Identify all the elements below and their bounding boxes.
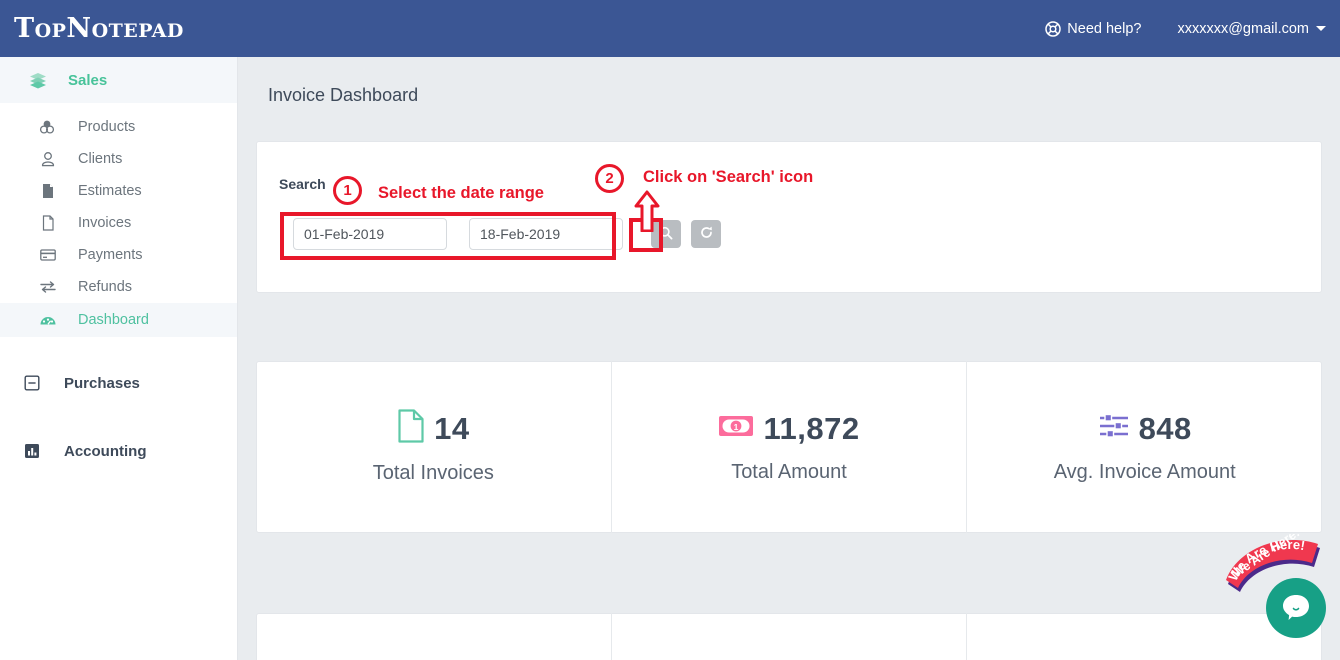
sidebar-group-accounting[interactable]: Accounting	[0, 429, 237, 473]
sidebar-item-invoices-label: Invoices	[78, 215, 131, 231]
sidebar-group-sales-label: Sales	[68, 72, 107, 89]
file-outline-icon	[397, 409, 425, 448]
user-account-menu[interactable]: xxxxxxx@gmail.com	[1177, 21, 1326, 37]
payments-stats-columns	[256, 613, 1322, 660]
stat-value-row: 1 11,872	[718, 411, 859, 447]
nav-spacer	[0, 405, 237, 429]
exchange-icon	[38, 278, 58, 296]
sidebar-item-estimates[interactable]: Estimates	[0, 175, 237, 207]
svg-text:1: 1	[734, 422, 739, 432]
sidebar-item-estimates-label: Estimates	[78, 183, 142, 199]
minus-square-icon	[22, 375, 42, 391]
annotation-step-1-text: Select the date range	[378, 184, 544, 203]
sidebar-item-clients[interactable]: Clients	[0, 143, 237, 175]
header-right-controls: Need help? xxxxxxx@gmail.com	[1045, 21, 1340, 37]
stat-avg-invoice-amount: 848 Avg. Invoice Amount	[966, 361, 1322, 533]
sidebar-item-refunds[interactable]: Refunds	[0, 271, 237, 303]
money-bill-icon: 1	[718, 413, 754, 444]
top-header-bar: TopNotepad Need help? xxxxxxx@gmail.com	[0, 0, 1340, 57]
need-help-link[interactable]: Need help?	[1045, 21, 1141, 37]
page-title: Invoice Dashboard	[268, 85, 418, 106]
stat-value-total-invoices: 14	[434, 411, 469, 447]
user-email-label: xxxxxxx@gmail.com	[1177, 21, 1309, 37]
credit-card-icon	[38, 246, 58, 264]
bar-chart-icon	[22, 443, 42, 459]
sidebar-item-refunds-label: Refunds	[78, 279, 132, 295]
app-logo[interactable]: TopNotepad	[14, 13, 184, 44]
nav-spacer	[0, 337, 237, 361]
sidebar-item-payments[interactable]: Payments	[0, 239, 237, 271]
refresh-button[interactable]	[691, 220, 721, 248]
sidebar-item-dashboard[interactable]: Dashboard	[0, 303, 237, 337]
annotation-arrow-up	[634, 190, 660, 237]
sidebar-item-clients-label: Clients	[78, 151, 122, 167]
file-icon	[38, 214, 58, 232]
annotation-step-2-text: Click on 'Search' icon	[643, 168, 813, 187]
layers-icon	[28, 70, 48, 90]
annotation-box-date-range	[280, 212, 616, 260]
cubes-icon	[38, 118, 58, 136]
main-content-area: Invoice Dashboard Search	[238, 57, 1340, 660]
annotation-step-1-badge: 1	[333, 176, 362, 205]
stat-total-invoices: 14 Total Invoices	[256, 361, 611, 533]
need-help-label: Need help?	[1067, 21, 1141, 37]
stat-value-row: 848	[1098, 411, 1192, 447]
stat-total-amount: 1 11,872 Total Amount	[611, 361, 967, 533]
nav-spacer	[0, 103, 237, 111]
sidebar-group-sales[interactable]: Sales	[0, 57, 237, 103]
sidebar-navigation: Sales Products Clients	[0, 57, 238, 660]
sidebar-item-payments-label: Payments	[78, 247, 142, 263]
annotation-step-2-number: 2	[595, 164, 624, 193]
caret-down-icon	[1316, 26, 1326, 31]
file-filled-icon	[38, 182, 58, 200]
payments-col-1	[256, 613, 611, 660]
stat-label-avg-invoice-amount: Avg. Invoice Amount	[1054, 461, 1236, 484]
sidebar-group-purchases-label: Purchases	[64, 375, 140, 392]
invoices-stats-columns: 14 Total Invoices 1 11,872 Total Amount	[256, 361, 1322, 533]
stat-value-total-amount: 11,872	[763, 411, 859, 447]
payments-col-2	[611, 613, 967, 660]
sidebar-group-accounting-label: Accounting	[64, 443, 147, 460]
gauge-icon	[38, 310, 58, 330]
stat-value-row: 14	[397, 409, 469, 448]
sidebar-item-dashboard-label: Dashboard	[78, 312, 149, 328]
stat-label-total-amount: Total Amount	[731, 461, 847, 484]
sidebar-item-products-label: Products	[78, 119, 135, 135]
sidebar-group-purchases[interactable]: Purchases	[0, 361, 237, 405]
user-icon	[38, 150, 58, 168]
stat-label-total-invoices: Total Invoices	[373, 462, 494, 485]
stat-value-avg-invoice-amount: 848	[1139, 411, 1192, 447]
annotation-step-1-number: 1	[333, 176, 362, 205]
chat-bubble-icon	[1280, 591, 1312, 626]
annotation-step-2-badge: 2	[595, 164, 624, 193]
sidebar-item-invoices[interactable]: Invoices	[0, 207, 237, 239]
refresh-icon	[699, 225, 714, 243]
sliders-icon	[1098, 412, 1130, 445]
search-label: Search	[279, 176, 326, 192]
life-ring-icon	[1045, 21, 1061, 37]
chat-open-button[interactable]	[1266, 578, 1326, 638]
sidebar-item-products[interactable]: Products	[0, 111, 237, 143]
